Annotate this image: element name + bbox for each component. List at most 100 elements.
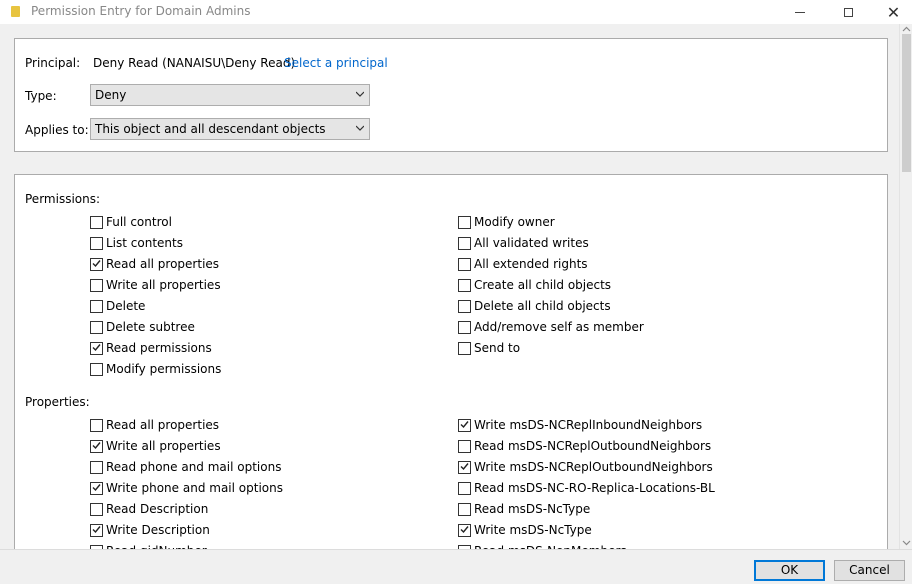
checkbox-item[interactable]: Send to <box>458 340 520 356</box>
checkbox-item[interactable]: All extended rights <box>458 256 588 272</box>
checkbox-checked-icon[interactable] <box>90 341 103 355</box>
scroll-up-icon[interactable] <box>902 25 911 34</box>
checkbox-item[interactable]: Read all properties <box>90 256 219 272</box>
checkbox-item[interactable]: Delete subtree <box>90 319 195 335</box>
minimize-icon <box>794 11 805 13</box>
maximize-icon <box>844 7 853 17</box>
principal-panel: Principal: Deny Read (NANAISU\Deny Read)… <box>14 38 888 152</box>
checkbox-label: Write msDS-NCReplOutboundNeighbors <box>474 460 713 474</box>
checkbox-label: Write Description <box>106 523 210 537</box>
checkbox-item[interactable]: Delete all child objects <box>458 298 611 314</box>
checkbox-unchecked-icon[interactable] <box>458 439 471 453</box>
checkbox-label: All validated writes <box>474 236 589 250</box>
permissions-heading: Permissions: <box>25 192 101 206</box>
checkbox-item[interactable]: Add/remove self as member <box>458 319 644 335</box>
vertical-scrollbar[interactable] <box>899 24 912 549</box>
checkbox-unchecked-icon[interactable] <box>90 236 103 250</box>
checkbox-unchecked-icon[interactable] <box>458 257 471 271</box>
checkbox-unchecked-icon[interactable] <box>90 502 103 516</box>
checkbox-label: Write all properties <box>106 439 221 453</box>
checkbox-unchecked-icon[interactable] <box>458 299 471 313</box>
checkbox-unchecked-icon[interactable] <box>90 418 103 432</box>
checkbox-item[interactable]: List contents <box>90 235 183 251</box>
checkbox-label: Create all child objects <box>474 278 612 292</box>
checkbox-checked-icon[interactable] <box>90 481 103 495</box>
title-bar: Permission Entry for Domain Admins ✕ <box>0 0 912 24</box>
checkbox-item[interactable]: Read Description <box>90 501 208 517</box>
checkbox-label: Read all properties <box>106 418 220 432</box>
window-title: Permission Entry for Domain Admins <box>31 4 251 18</box>
scroll-down-icon[interactable] <box>902 538 911 547</box>
checkbox-checked-icon[interactable] <box>90 523 103 537</box>
checkbox-unchecked-icon[interactable] <box>90 299 103 313</box>
checkbox-label: Delete all child objects <box>474 299 611 313</box>
checkbox-label: List contents <box>106 236 183 250</box>
checkbox-label: Send to <box>474 341 521 355</box>
checkbox-unchecked-icon[interactable] <box>458 320 471 334</box>
type-select-value: Deny <box>95 88 127 102</box>
checkbox-label: Read permissions <box>106 341 212 355</box>
applies-to-select-value: This object and all descendant objects <box>95 122 326 136</box>
checkbox-label: All extended rights <box>474 257 588 271</box>
checkbox-item[interactable]: Write phone and mail options <box>90 480 283 496</box>
checkbox-unchecked-icon[interactable] <box>458 502 471 516</box>
maximize-button[interactable] <box>826 0 871 24</box>
checkbox-unchecked-icon[interactable] <box>90 278 103 292</box>
checkbox-label: Modify permissions <box>106 362 222 376</box>
checkbox-checked-icon[interactable] <box>90 439 103 453</box>
checkbox-item[interactable]: Write msDS-NcType <box>458 522 592 538</box>
checkbox-label: Read msDS-NCReplOutboundNeighbors <box>474 439 712 453</box>
checkbox-item[interactable]: Write Description <box>90 522 210 538</box>
checkbox-item[interactable]: Read msDS-NC-RO-Replica-Locations-BL <box>458 480 715 496</box>
checkbox-item[interactable]: Read permissions <box>90 340 212 356</box>
checkbox-item[interactable]: Write msDS-NCReplOutboundNeighbors <box>458 459 713 475</box>
close-button[interactable]: ✕ <box>871 0 912 24</box>
chevron-down-icon <box>356 91 364 97</box>
applies-to-select[interactable]: This object and all descendant objects <box>90 118 370 140</box>
checkbox-unchecked-icon[interactable] <box>458 236 471 250</box>
checkbox-item[interactable]: Read msDS-NCReplOutboundNeighbors <box>458 438 711 454</box>
select-principal-link[interactable]: Select a principal <box>284 56 388 70</box>
checkbox-checked-icon[interactable] <box>90 257 103 271</box>
checkbox-label: Write msDS-NcType <box>474 523 592 537</box>
principal-label: Principal: <box>25 56 81 70</box>
checkbox-label: Write phone and mail options <box>106 481 283 495</box>
checkbox-label: Full control <box>106 215 172 229</box>
ok-button[interactable]: OK <box>754 560 825 581</box>
checkbox-item[interactable]: Create all child objects <box>458 277 611 293</box>
checkbox-item[interactable]: Modify owner <box>458 214 555 230</box>
checkbox-unchecked-icon[interactable] <box>458 215 471 229</box>
checkbox-item[interactable]: Read phone and mail options <box>90 459 281 475</box>
checkbox-unchecked-icon[interactable] <box>90 215 103 229</box>
scrollbar-thumb[interactable] <box>902 34 911 172</box>
checkbox-unchecked-icon[interactable] <box>458 341 471 355</box>
checkbox-item[interactable]: Delete <box>90 298 145 314</box>
checkbox-checked-icon[interactable] <box>458 460 471 474</box>
checkbox-unchecked-icon[interactable] <box>90 362 103 376</box>
checkbox-item[interactable]: Full control <box>90 214 172 230</box>
dialog-footer: OK Cancel <box>0 549 912 584</box>
checkbox-item[interactable]: All validated writes <box>458 235 589 251</box>
principal-value: Deny Read (NANAISU\Deny Read) <box>93 56 296 70</box>
properties-heading: Properties: <box>25 395 90 409</box>
checkbox-item[interactable]: Write all properties <box>90 438 221 454</box>
checkbox-label: Delete <box>106 299 146 313</box>
checkbox-unchecked-icon[interactable] <box>90 460 103 474</box>
cancel-button[interactable]: Cancel <box>834 560 905 581</box>
checkbox-unchecked-icon[interactable] <box>458 481 471 495</box>
checkbox-checked-icon[interactable] <box>458 418 471 432</box>
checkbox-item[interactable]: Read msDS-NcType <box>458 501 590 517</box>
checkbox-unchecked-icon[interactable] <box>90 320 103 334</box>
permissions-panel: Permissions: Full control List contents Re… <box>14 174 888 559</box>
type-label: Type: <box>25 89 57 103</box>
checkbox-label: Write all properties <box>106 278 221 292</box>
checkbox-label: Read msDS-NcType <box>474 502 591 516</box>
checkbox-item[interactable]: Read all properties <box>90 417 219 433</box>
minimize-button[interactable] <box>777 0 822 24</box>
checkbox-item[interactable]: Write msDS-NCReplInboundNeighbors <box>458 417 702 433</box>
checkbox-item[interactable]: Modify permissions <box>90 361 221 377</box>
checkbox-unchecked-icon[interactable] <box>458 278 471 292</box>
type-select[interactable]: Deny <box>90 84 370 106</box>
checkbox-item[interactable]: Write all properties <box>90 277 221 293</box>
checkbox-checked-icon[interactable] <box>458 523 471 537</box>
